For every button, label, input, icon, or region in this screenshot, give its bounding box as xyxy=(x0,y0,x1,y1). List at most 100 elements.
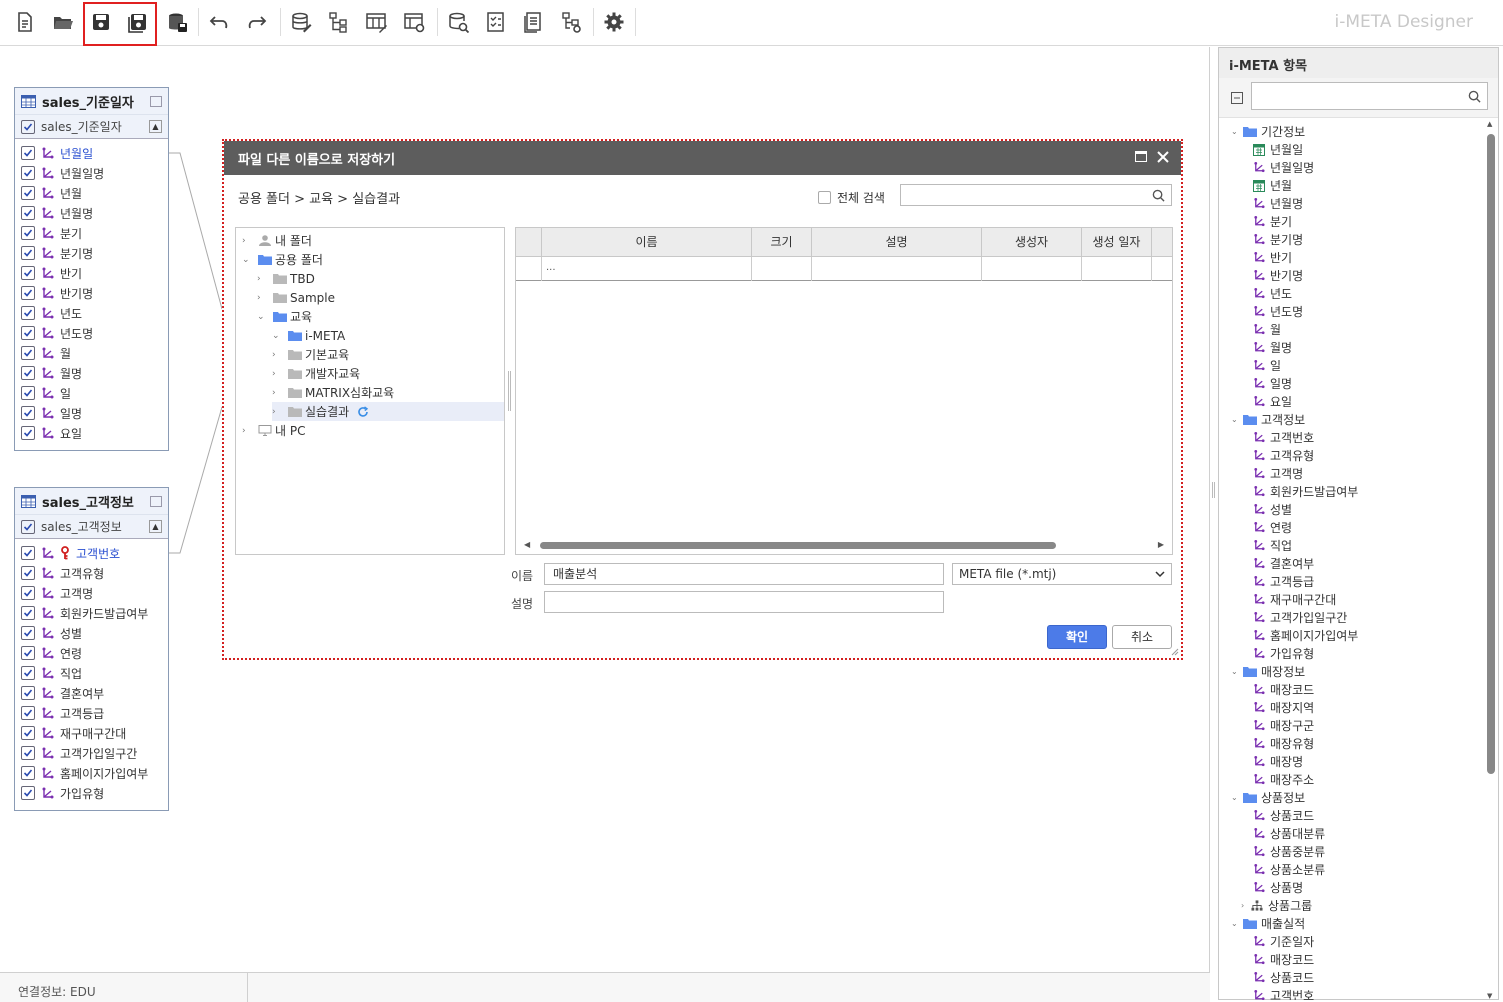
pane-splitter[interactable] xyxy=(508,371,511,411)
file-type-select[interactable]: META file (*.mtj) xyxy=(952,563,1172,585)
tree-item[interactable]: 매장유형 xyxy=(1253,734,1314,752)
list-item[interactable]: 직업 xyxy=(15,663,168,683)
chevron-down-icon[interactable]: ⌄ xyxy=(1231,919,1241,928)
list-item[interactable]: 월명 xyxy=(15,363,168,383)
file-grid[interactable]: 이름 크기 설명 생성자 생성 일자 ... ◀ ▶ xyxy=(515,227,1173,555)
tree-item[interactable]: 결혼여부 xyxy=(1253,554,1314,572)
chevron-down-icon[interactable]: ⌄ xyxy=(272,331,282,341)
entity-header[interactable]: sales_기준일자 xyxy=(15,88,168,114)
filename-input[interactable]: 매출분석 xyxy=(544,563,944,585)
db-search-button[interactable] xyxy=(442,6,474,38)
entity-header[interactable]: sales_고객정보 xyxy=(15,488,168,514)
tree-item[interactable]: 상품코드 xyxy=(1253,968,1314,986)
panel-search-input[interactable] xyxy=(1251,82,1488,110)
table-edit-button[interactable] xyxy=(360,6,392,38)
scroll-up-icon[interactable]: ▲ xyxy=(1487,120,1492,128)
redo-button[interactable] xyxy=(241,6,273,38)
tree-item[interactable]: 년월명 xyxy=(1253,194,1303,212)
tree-item[interactable]: 고객명 xyxy=(1253,464,1303,482)
tree-item[interactable]: 매장주소 xyxy=(1253,770,1314,788)
tree-item[interactable]: ⌄ 교육 xyxy=(257,307,504,326)
list-item[interactable]: 년월 xyxy=(15,183,168,203)
tree-group[interactable]: ⌄ 매장정보 xyxy=(1231,662,1305,680)
tree-item[interactable]: 기준일자 xyxy=(1253,932,1314,950)
entity-checkbox[interactable] xyxy=(21,119,35,134)
tree-item[interactable]: ⌄ 공용 폴더 xyxy=(242,250,504,269)
field-checkbox[interactable] xyxy=(21,546,35,560)
tree-item[interactable]: 월명 xyxy=(1253,338,1292,356)
field-checkbox[interactable] xyxy=(21,566,35,580)
tree-item[interactable]: › 개발자교육 xyxy=(272,364,504,383)
field-checkbox[interactable] xyxy=(21,746,35,760)
ok-button[interactable]: 확인 xyxy=(1047,625,1107,649)
tree-item[interactable]: 년월일 xyxy=(1253,140,1303,158)
undo-button[interactable] xyxy=(203,6,235,38)
tree-item[interactable]: 상품명 xyxy=(1253,878,1303,896)
tree-item[interactable]: 직업 xyxy=(1253,536,1292,554)
field-checkbox[interactable] xyxy=(21,306,35,320)
field-checkbox[interactable] xyxy=(21,266,35,280)
entity-menu-icon[interactable] xyxy=(150,496,162,507)
description-input[interactable] xyxy=(544,591,944,613)
chevron-down-icon[interactable]: ⌄ xyxy=(1231,793,1241,802)
chevron-down-icon[interactable]: ⌄ xyxy=(1231,667,1241,676)
entity-table[interactable]: sales_기준일자 sales_기준일자 ▲ 년월일 년월일명 년월 년월명 분기 분기명 반기… xyxy=(14,87,169,451)
chevron-right-icon[interactable]: › xyxy=(272,407,282,417)
list-item[interactable]: 년월명 xyxy=(15,203,168,223)
meta-tree[interactable]: ⌄ 기간정보 년월일 년월일명 년월 년월명 분기 분기명 반기 반기명 년도 년도명 월 월명 일 일명 요일… xyxy=(1219,120,1485,1001)
field-checkbox[interactable] xyxy=(21,186,35,200)
tree-item[interactable]: 년도명 xyxy=(1253,302,1303,320)
resize-grip-icon[interactable] xyxy=(1171,648,1179,656)
tree-settings-button[interactable] xyxy=(555,6,587,38)
document-button[interactable] xyxy=(517,6,549,38)
list-item[interactable]: 고객등급 xyxy=(15,703,168,723)
close-icon[interactable] xyxy=(1155,149,1171,165)
scroll-thumb[interactable] xyxy=(540,542,1056,549)
grid-col-desc[interactable]: 설명 xyxy=(812,228,982,257)
tree-item[interactable]: 상품중분류 xyxy=(1253,842,1325,860)
chevron-right-icon[interactable]: › xyxy=(272,388,282,398)
field-checkbox[interactable] xyxy=(21,706,35,720)
field-checkbox[interactable] xyxy=(21,726,35,740)
maximize-icon[interactable] xyxy=(1135,151,1147,162)
tree-item[interactable]: › MATRIX심화교육 xyxy=(272,383,504,402)
chevron-up-icon[interactable]: ▲ xyxy=(149,120,162,133)
table-row[interactable]: ... xyxy=(516,257,1172,281)
field-checkbox[interactable] xyxy=(21,666,35,680)
scroll-thumb[interactable] xyxy=(1487,134,1495,774)
tree-item[interactable]: 년월 xyxy=(1253,176,1292,194)
tree-item[interactable]: 분기 xyxy=(1253,212,1292,230)
tree-item[interactable]: 년월일명 xyxy=(1253,158,1314,176)
chevron-right-icon[interactable]: › xyxy=(1241,901,1251,910)
list-item[interactable]: 고객명 xyxy=(15,583,168,603)
horizontal-scrollbar[interactable]: ◀ ▶ xyxy=(524,540,1164,550)
tree-item[interactable]: › 내 PC xyxy=(242,421,504,440)
collapse-all-icon[interactable] xyxy=(1231,92,1243,104)
database-edit-button[interactable] xyxy=(285,6,317,38)
list-item[interactable]: 일 xyxy=(15,383,168,403)
list-item[interactable]: 결혼여부 xyxy=(15,683,168,703)
search-icon[interactable] xyxy=(1152,189,1165,202)
entity-table[interactable]: sales_고객정보 sales_고객정보 ▲ 고객번호 고객유형 고객명 회원카드발급여부… xyxy=(14,487,169,811)
search-icon[interactable] xyxy=(1468,90,1481,103)
list-item[interactable]: 회원카드발급여부 xyxy=(15,603,168,623)
list-item[interactable]: 고객가입일구간 xyxy=(15,743,168,763)
tree-item[interactable]: 가입유형 xyxy=(1253,644,1314,662)
tree-item[interactable]: › TBD xyxy=(257,269,504,288)
folder-tree[interactable]: › 내 폴더 ⌄ 공용 폴더 › TBD › Sample ⌄ 교육 ⌄ i-META › 기본교육 › 개발… xyxy=(235,227,505,555)
tree-item[interactable]: 고객유형 xyxy=(1253,446,1314,464)
tree-item[interactable]: 홈페이지가입여부 xyxy=(1253,626,1358,644)
tree-subgroup[interactable]: › 상품그룹 xyxy=(1241,896,1312,914)
scroll-right-icon[interactable]: ▶ xyxy=(1158,540,1164,549)
field-checkbox[interactable] xyxy=(21,766,35,780)
grid-col-creator[interactable]: 생성자 xyxy=(982,228,1082,257)
chevron-down-icon[interactable]: ⌄ xyxy=(1231,127,1241,136)
field-checkbox[interactable] xyxy=(21,406,35,420)
entity-menu-icon[interactable] xyxy=(150,96,162,107)
list-item[interactable]: 년도명 xyxy=(15,323,168,343)
field-checkbox[interactable] xyxy=(21,586,35,600)
list-item[interactable]: 재구매구간대 xyxy=(15,723,168,743)
scroll-down-icon[interactable]: ▼ xyxy=(1487,992,1492,1000)
list-item[interactable]: 고객번호 xyxy=(15,543,168,563)
tree-item[interactable]: ⌄ i-META xyxy=(272,326,504,345)
